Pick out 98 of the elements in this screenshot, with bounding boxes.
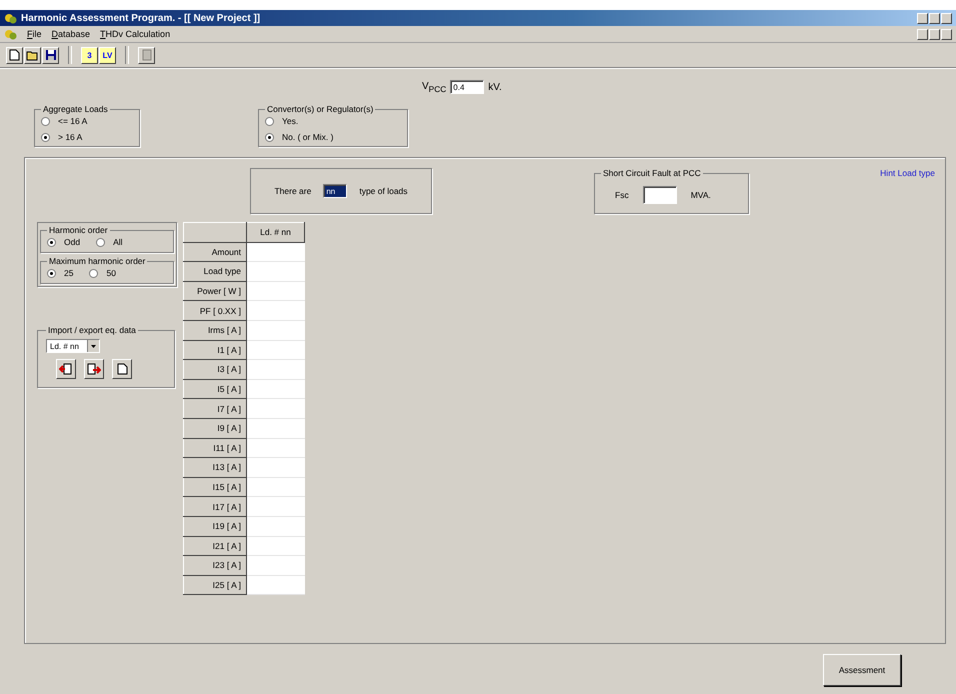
page-arrow-icon [87,362,101,376]
table-cell[interactable] [246,320,304,340]
option-label: No. ( or Mix. ) [282,132,334,142]
row-header: I13 [ A ] [184,458,246,478]
import-button[interactable] [56,359,76,379]
row-header: I11 [ A ] [184,438,246,458]
row-header: Load type [184,262,246,282]
row-header: I23 [ A ] [184,556,246,576]
row-header: I21 [ A ] [184,536,246,556]
load-dropdown[interactable]: Ld. # nn [46,339,100,353]
row-header: I25 [ A ] [184,575,246,595]
group-title: Aggregate Loads [42,104,109,114]
table-cell[interactable] [246,477,304,497]
table-cell[interactable] [246,438,304,458]
save-button[interactable] [42,46,59,64]
new-file-button[interactable] [6,46,23,64]
table-cell[interactable] [246,242,304,262]
hint-link[interactable]: Hint Load type [880,168,935,178]
app-icon [4,28,17,40]
row-header: Irms [ A ] [184,320,246,340]
radio-button[interactable] [47,268,56,278]
menu-item[interactable]: THDv Calculation [100,29,170,39]
open-folder-button[interactable] [24,46,41,64]
radio-button[interactable] [41,116,50,126]
app-icon [4,12,17,24]
new-file-button[interactable] [112,359,132,379]
page-arrow-icon [59,362,73,376]
table-cell[interactable] [246,340,304,360]
page-icon [116,363,128,375]
radio-button[interactable] [265,132,274,142]
minimize-button[interactable] [917,28,928,40]
option-label: 50 [106,268,116,278]
count-label: type of loads [359,186,408,196]
row-header: Power [ W ] [184,281,246,301]
close-button[interactable] [941,12,952,24]
table-cell[interactable] [246,516,304,536]
radio-button[interactable] [96,238,106,246]
caret-icon [87,340,99,352]
table-cell[interactable] [246,458,304,478]
group-title: Import / export eq. data [47,325,137,335]
folder-icon [26,50,39,60]
fsc-field[interactable] [642,186,677,204]
table-cell[interactable] [246,536,304,556]
row-header: I3 [ A ] [184,360,246,380]
close-button[interactable] [941,28,952,40]
toolbar-button[interactable]: 3 [81,46,98,64]
row-header: I5 [ A ] [184,379,246,399]
unit-label: kV. [488,82,502,92]
row-header: I7 [ A ] [184,398,246,418]
table-cell[interactable] [246,379,304,399]
table-cell[interactable] [246,360,304,380]
row-header: I19 [ A ] [184,516,246,536]
option-label: All [113,237,123,247]
table-cell[interactable] [246,300,304,320]
table-cell[interactable] [246,281,304,301]
group-title: Convertor(s) or Regulator(s) [266,104,374,114]
menu-item[interactable]: File [27,29,42,39]
window-title: Harmonic Assessment Program. - [[ New Project ]] [21,12,262,24]
column-header[interactable]: Ld. # nn [246,222,304,242]
radio-button[interactable] [41,132,50,142]
option-label: Yes. [282,116,298,126]
fsc-label: Fsc [615,190,629,200]
voltage-label: V$_{PCC}$ [422,80,446,94]
row-header: I17 [ A ] [184,496,246,516]
toolbar-button[interactable]: LV [99,46,116,64]
unit-label: MVA. [690,190,711,200]
restore-button[interactable] [929,28,940,40]
table-cell[interactable] [246,262,304,282]
count-label: There are [274,186,312,196]
voltage-field[interactable]: 0.4 [450,80,484,94]
radio-button[interactable] [47,238,56,246]
radio-button[interactable] [89,268,98,278]
option-label: 25 [64,268,74,278]
minimize-button[interactable] [917,12,928,24]
row-header: PF [ 0.XX ] [184,300,246,320]
table-cell[interactable] [246,398,304,418]
row-header: I9 [ A ] [184,418,246,438]
export-button[interactable] [84,359,104,379]
load-count-field[interactable]: nn [323,184,348,198]
group-title: Short Circuit Fault at PCC [602,168,702,178]
group-title: Harmonic order [48,225,109,235]
option-label: Odd [64,237,80,247]
menu-item[interactable]: Database [52,29,90,39]
row-header: I1 [ A ] [184,340,246,360]
table-cell[interactable] [246,556,304,576]
assessment-button[interactable]: Assessment [823,654,901,686]
page-icon [9,49,20,61]
option-label: > 16 A [58,132,82,142]
maximize-button[interactable] [929,12,940,24]
group-title: Maximum harmonic order [48,256,146,266]
table-cell[interactable] [246,496,304,516]
row-header: Amount [184,242,246,262]
row-header: I15 [ A ] [184,477,246,497]
radio-button[interactable] [265,116,274,126]
option-label: <= 16 A [58,116,88,126]
table-cell[interactable] [246,575,304,595]
page-icon [140,49,152,61]
table-cell[interactable] [246,418,304,438]
